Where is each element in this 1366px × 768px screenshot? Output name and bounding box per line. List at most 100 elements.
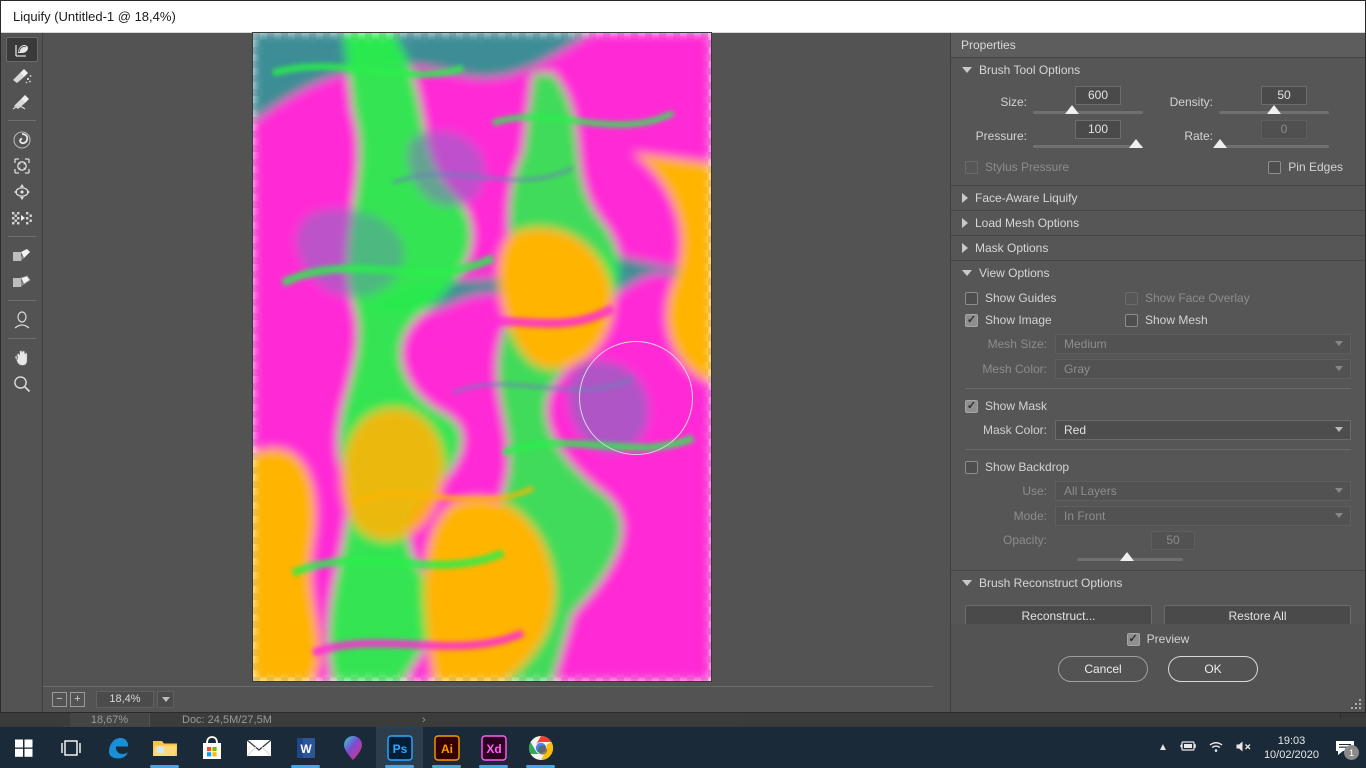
image-preview-canvas[interactable] (253, 33, 711, 681)
show-mask-label: Show Mask (985, 399, 1048, 413)
push-left-tool[interactable] (6, 205, 38, 230)
opacity-slider-track[interactable] (1077, 552, 1183, 561)
show-guides-checkbox[interactable]: Show Guides (965, 291, 1125, 305)
backdrop-mode-row: Mode: In Front (965, 503, 1351, 528)
density-input[interactable]: 50 (1261, 86, 1307, 105)
zoom-tool[interactable] (6, 371, 38, 396)
zoom-in-button[interactable]: + (70, 692, 85, 707)
face-tool[interactable] (6, 307, 38, 332)
liquify-preview-area[interactable]: − + 18,4% (43, 33, 951, 712)
pressure-input[interactable]: 100 (1075, 120, 1121, 139)
mesh-color-select[interactable]: Gray (1055, 358, 1351, 379)
mask-color-select[interactable]: Red (1055, 419, 1351, 440)
status-zoom-level[interactable]: 18,67% (70, 711, 150, 728)
mesh-size-select[interactable]: Medium (1055, 333, 1351, 354)
checkbox-box (965, 291, 978, 305)
forward-warp-tool[interactable] (5, 37, 38, 62)
section-header-load-mesh-options[interactable]: Load Mesh Options (951, 211, 1365, 235)
rate-slider-track[interactable] (1219, 145, 1329, 148)
mesh-size-label: Mesh Size: (987, 336, 1047, 351)
chevron-right-icon (962, 218, 968, 228)
stylus-pressure-checkbox[interactable]: Stylus Pressure (965, 160, 1069, 174)
hand-tool[interactable] (6, 345, 38, 370)
volume-muted-icon[interactable] (1235, 740, 1253, 756)
tray-expand-icon[interactable]: ▲ (1158, 742, 1168, 753)
section-header-view-options[interactable]: View Options (951, 261, 1365, 285)
resize-grip-icon[interactable] (1349, 697, 1361, 709)
density-label: Density: (1169, 95, 1213, 109)
taskbar-item-maps[interactable] (329, 727, 376, 768)
dialog-body: − + 18,4% Properties Brush Tool Options (1, 33, 1365, 712)
mode-select[interactable]: In Front (1055, 505, 1351, 526)
task-view-button[interactable] (47, 727, 94, 768)
section-header-brush-reconstruct-options[interactable]: Brush Reconstruct Options (951, 571, 1365, 595)
mask-color-row: Mask Color: Red (965, 417, 1351, 442)
taskbar-item-illustrator[interactable]: Ai (423, 727, 470, 768)
mesh-size-row: Mesh Size: Medium (965, 331, 1351, 356)
taskbar-item-chrome[interactable] (517, 727, 564, 768)
freeze-mask-tool[interactable] (6, 243, 38, 268)
section-title: View Options (979, 266, 1050, 280)
show-image-checkbox[interactable]: ✓ Show Image (965, 313, 1125, 327)
zoom-level-value[interactable]: 18,4% (96, 691, 154, 708)
cancel-button[interactable]: Cancel (1058, 656, 1148, 682)
notification-center-button[interactable]: 1 (1330, 727, 1360, 768)
opacity-input[interactable]: 50 (1151, 530, 1195, 550)
twirl-clockwise-tool[interactable] (6, 127, 38, 152)
status-expand-arrow-icon[interactable]: › (422, 711, 426, 728)
use-select[interactable]: All Layers (1055, 480, 1351, 501)
size-input[interactable]: 600 (1075, 86, 1121, 105)
section-header-mask-options[interactable]: Mask Options (951, 236, 1365, 260)
rate-input[interactable]: 0 (1261, 120, 1307, 139)
section-header-face-aware-liquify[interactable]: Face-Aware Liquify (951, 186, 1365, 210)
thaw-mask-tool[interactable] (6, 269, 38, 294)
divider (965, 449, 1351, 450)
pressure-slider-thumb[interactable] (1129, 139, 1143, 148)
divider (965, 388, 1351, 389)
zoom-out-button[interactable]: − (52, 692, 67, 707)
show-backdrop-checkbox[interactable]: Show Backdrop (965, 460, 1069, 474)
brush-row-checkboxes: Stylus Pressure Pin Edges (965, 154, 1351, 176)
liquify-dialog: Liquify (Untitled-1 @ 18,4%) − + 18,4% P… (0, 0, 1366, 713)
section-load-mesh-options: Load Mesh Options (951, 211, 1365, 236)
dialog-action-buttons: Cancel OK (1058, 656, 1258, 682)
taskbar-item-photoshop[interactable]: Ps (376, 727, 423, 768)
taskbar-item-xd[interactable]: Xd (470, 727, 517, 768)
taskbar-item-file-explorer[interactable] (141, 727, 188, 768)
transparent-regions (253, 33, 711, 681)
taskbar-item-microsoft-store[interactable] (188, 727, 235, 768)
show-mesh-checkbox[interactable]: Show Mesh (1125, 313, 1208, 327)
density-slider-thumb[interactable] (1267, 105, 1281, 114)
ok-button[interactable]: OK (1168, 656, 1258, 682)
chevron-down-icon (962, 67, 972, 73)
pressure-slider-track[interactable] (1033, 145, 1143, 148)
chevron-down-icon (962, 580, 972, 586)
zoom-controls-bar: − + 18,4% (43, 686, 933, 712)
pucker-tool[interactable] (6, 153, 38, 178)
start-button[interactable] (0, 727, 47, 768)
clock[interactable]: 19:03 10/02/2020 (1264, 734, 1319, 762)
pin-edges-checkbox[interactable]: Pin Edges (1268, 160, 1343, 174)
section-header-brush-tool-options[interactable]: Brush Tool Options (951, 58, 1365, 82)
show-face-overlay-label: Show Face Overlay (1145, 291, 1250, 305)
battery-icon[interactable] (1179, 740, 1197, 755)
show-face-overlay-checkbox[interactable]: Show Face Overlay (1125, 291, 1250, 305)
wifi-icon[interactable] (1208, 740, 1224, 756)
show-mask-checkbox[interactable]: ✓ Show Mask (965, 399, 1047, 413)
bloat-tool[interactable] (6, 179, 38, 204)
properties-scroll-container[interactable]: Brush Tool Options Size: 600 Density: 50… (951, 58, 1365, 712)
taskbar-item-word[interactable]: W (282, 727, 329, 768)
mask-color-label: Mask Color: (982, 422, 1047, 437)
taskbar-item-mail[interactable] (235, 727, 282, 768)
size-slider-track[interactable] (1033, 111, 1143, 114)
rate-slider-thumb[interactable] (1213, 139, 1227, 148)
opacity-slider-thumb[interactable] (1120, 552, 1134, 561)
properties-panel: Properties Brush Tool Options Size: 600 (951, 33, 1365, 712)
preview-checkbox[interactable]: ✓ Preview (1126, 632, 1189, 646)
checkbox-box: ✓ (965, 313, 978, 327)
taskbar-item-edge[interactable] (94, 727, 141, 768)
smooth-tool[interactable] (6, 89, 38, 114)
zoom-dropdown-button[interactable] (157, 691, 174, 708)
reconstruct-tool[interactable] (6, 63, 38, 88)
size-slider-thumb[interactable] (1065, 105, 1079, 114)
